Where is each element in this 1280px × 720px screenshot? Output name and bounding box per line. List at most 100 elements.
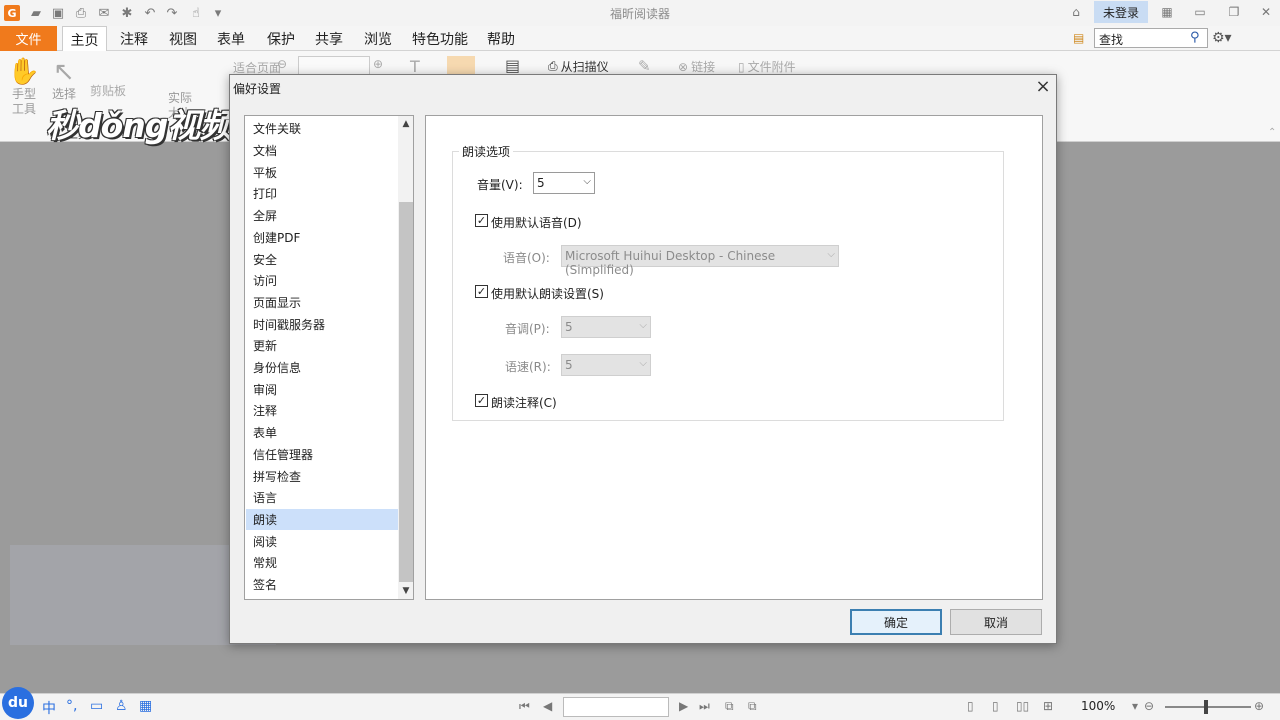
ime-lang-toggle[interactable]: 中 <box>42 698 56 718</box>
redo-icon[interactable]: ↷ <box>164 5 180 21</box>
layout-grid-icon[interactable]: ▦ <box>1157 3 1177 21</box>
last-page-icon[interactable]: ⏭ <box>699 699 710 714</box>
highlight-tool-icon[interactable] <box>447 56 475 76</box>
undo-icon[interactable]: ↶ <box>142 5 158 21</box>
print-icon[interactable]: ⎙ <box>73 5 89 21</box>
category-item[interactable]: 创建PDF <box>246 227 398 249</box>
category-list[interactable]: 文件关联 文档 平板 打印 全屏 创建PDF 安全 访问 页面显示 时间戳服务器… <box>244 115 414 600</box>
category-item[interactable]: 文件关联 <box>246 118 398 140</box>
tab-features[interactable]: 特色功能 <box>406 26 474 51</box>
tab-form[interactable]: 表单 <box>210 26 252 51</box>
category-item[interactable]: 打印 <box>246 183 398 205</box>
facing-page-icon[interactable]: ▯▯ <box>1016 699 1029 713</box>
customize-quick-access-icon[interactable]: ▾ <box>210 5 226 21</box>
previous-view-icon[interactable]: ⧉ <box>725 699 734 714</box>
collapse-ribbon-icon[interactable]: ⌃ <box>1268 127 1276 138</box>
save-icon[interactable]: ▣ <box>50 5 66 21</box>
category-item[interactable]: 注释 <box>246 400 398 422</box>
zoom-slider-thumb[interactable] <box>1204 700 1208 714</box>
category-item[interactable]: 平板 <box>246 161 398 183</box>
scroll-up-icon[interactable]: ▲ <box>398 116 413 132</box>
category-item[interactable]: 全屏 <box>246 205 398 227</box>
previous-page-icon[interactable]: ◀ <box>543 699 552 713</box>
zoom-out-icon[interactable]: ⊕ <box>373 57 383 71</box>
tab-protect[interactable]: 保护 <box>260 26 302 51</box>
category-item[interactable]: 拼写检查 <box>246 465 398 487</box>
app-logo-icon[interactable]: G <box>4 5 20 21</box>
rate-select[interactable]: 5 ⌵ <box>561 354 651 376</box>
find-folder-icon[interactable]: ▤ <box>1073 31 1089 47</box>
hand-tool-button[interactable]: ✋ 手型 工具 <box>8 57 40 117</box>
cancel-button[interactable]: 取消 <box>950 609 1042 635</box>
first-page-icon[interactable]: ⏮ <box>519 699 530 714</box>
restore-icon[interactable]: ❐ <box>1224 3 1244 21</box>
category-item[interactable]: 文档 <box>246 140 398 162</box>
category-item[interactable]: 常规 <box>246 552 398 574</box>
zoom-out-icon[interactable]: ⊖ <box>1144 699 1154 713</box>
use-default-voice-checkbox[interactable]: ✓ <box>475 214 488 227</box>
zoom-slider[interactable] <box>1165 706 1251 708</box>
tab-share[interactable]: 共享 <box>308 26 350 51</box>
minimize-icon[interactable]: ▭ <box>1190 3 1210 21</box>
category-item[interactable]: 表单 <box>246 422 398 444</box>
tab-comment[interactable]: 注释 <box>113 26 155 51</box>
keyboard-icon[interactable]: ▭ <box>90 698 103 714</box>
zoom-combo[interactable] <box>298 56 370 76</box>
hand-dropdown-icon[interactable]: ☝ <box>188 5 204 21</box>
category-item[interactable]: 访问 <box>246 270 398 292</box>
category-item[interactable]: 时间戳服务器 <box>246 313 398 335</box>
category-item[interactable]: 审阅 <box>246 378 398 400</box>
skin-icon[interactable]: ⌂ <box>1066 3 1086 21</box>
read-comments-checkbox[interactable]: ✓ <box>475 394 488 407</box>
continuous-facing-icon[interactable]: ⊞ <box>1043 699 1053 713</box>
pitch-select[interactable]: 5 ⌵ <box>561 316 651 338</box>
use-default-read-settings-checkbox[interactable]: ✓ <box>475 285 488 298</box>
scroll-thumb[interactable] <box>399 202 413 582</box>
pen-icon[interactable]: ✎ <box>638 57 651 75</box>
open-folder-icon[interactable]: ▰ <box>28 5 44 21</box>
tab-view[interactable]: 视图 <box>162 26 204 51</box>
category-scrollbar[interactable]: ▲ ▼ <box>398 116 413 599</box>
grid-menu-icon[interactable]: ▦ <box>139 698 152 714</box>
gear-icon[interactable]: ⚙▾ <box>1212 30 1232 46</box>
ok-button[interactable]: 确定 <box>850 609 942 635</box>
zoom-dropdown-icon[interactable]: ▾ <box>1132 699 1138 713</box>
scanner-icon[interactable]: ▤ <box>505 56 520 75</box>
category-item[interactable]: 身份信息 <box>246 357 398 379</box>
next-page-icon[interactable]: ▶ <box>679 699 688 713</box>
tab-help[interactable]: 帮助 <box>481 26 521 51</box>
clipboard-button[interactable]: 剪贴板 <box>90 82 126 99</box>
tab-home[interactable]: 主页 <box>62 26 107 52</box>
single-page-icon[interactable]: ▯ <box>967 699 974 713</box>
volume-select[interactable]: 5 ⌵ <box>533 172 595 194</box>
category-item-selected[interactable]: 朗读 <box>246 508 398 531</box>
continuous-page-icon[interactable]: ▯ <box>992 699 999 713</box>
new-document-icon[interactable]: ✱ <box>119 5 135 21</box>
file-attachment-button[interactable]: ▯ 文件附件 <box>738 58 796 75</box>
link-button[interactable]: ⊗ 链接 <box>678 58 715 75</box>
file-tab[interactable]: 文件 <box>0 26 57 51</box>
user-icon[interactable]: ♙ <box>115 698 128 714</box>
search-icon[interactable]: ⚲ <box>1190 30 1200 45</box>
zoom-in-icon[interactable]: ⊕ <box>1254 699 1264 713</box>
category-item[interactable]: 语言 <box>246 487 398 509</box>
select-tool-button[interactable]: ↖ 选择 <box>48 57 80 102</box>
login-button[interactable]: 未登录 <box>1094 1 1148 23</box>
tab-browse[interactable]: 浏览 <box>357 26 399 51</box>
close-icon[interactable]: × <box>1034 78 1052 96</box>
voice-select[interactable]: Microsoft Huihui Desktop - Chinese (Simp… <box>561 245 839 277</box>
zoom-level[interactable]: 100% <box>1081 699 1115 713</box>
page-number-input[interactable] <box>563 697 669 717</box>
baidu-ime-icon[interactable]: du <box>2 687 34 719</box>
category-item[interactable]: 页面显示 <box>246 292 398 314</box>
category-item[interactable]: 更新 <box>246 335 398 357</box>
category-item[interactable]: 签名 <box>246 574 398 596</box>
zoom-in-icon[interactable]: ⊖ <box>277 57 287 71</box>
close-window-icon[interactable]: ✕ <box>1256 3 1276 21</box>
category-item[interactable]: 信任管理器 <box>246 444 398 466</box>
email-icon[interactable]: ✉ <box>96 5 112 21</box>
from-scanner-button[interactable]: ⎙ 从扫描仪 <box>548 58 609 75</box>
next-view-icon[interactable]: ⧉ <box>748 699 757 714</box>
punctuation-icon[interactable]: °, <box>66 698 77 714</box>
category-item[interactable]: 阅读 <box>246 530 398 552</box>
